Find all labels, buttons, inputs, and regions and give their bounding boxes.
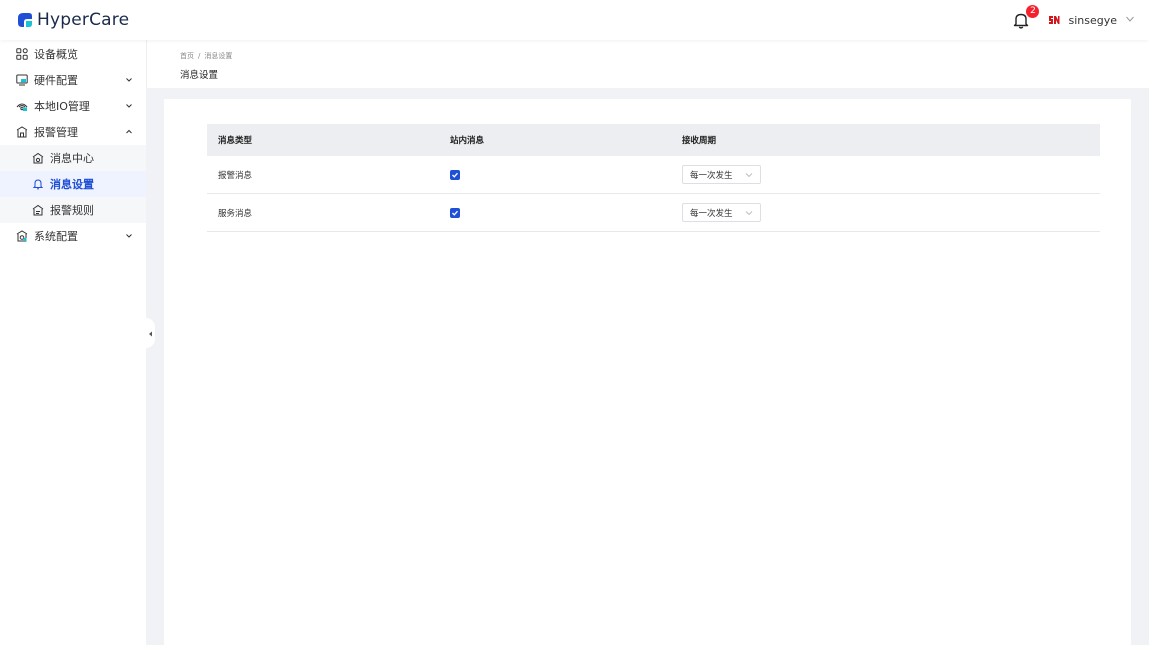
content-card: 消息类型 站内消息 接收周期 报警消息 每一次发生 服务消息 每一次发生 (164, 99, 1131, 645)
avatar[interactable] (1047, 13, 1061, 27)
sidebar-subitem-label: 报警规则 (50, 204, 94, 217)
sidebar-subitem-label: 消息中心 (50, 152, 94, 165)
breadcrumb: 首页 / 消息设置 (180, 51, 232, 61)
sidebar-item-label: 报警管理 (34, 126, 78, 139)
sidebar-item-hardware-config[interactable]: 硬件配置 (0, 67, 146, 93)
chevron-down-icon (126, 234, 132, 238)
period-select[interactable]: 每一次发生 (682, 203, 761, 222)
bell-icon (32, 178, 44, 190)
notification-badge: 2 (1026, 5, 1040, 18)
chevron-down-icon (126, 104, 132, 108)
column-header-period: 接收周期 (682, 136, 717, 146)
table-row: 报警消息 每一次发生 (207, 156, 1100, 194)
sidebar-subitem-message-center[interactable]: 消息中心 (0, 145, 146, 171)
message-type-cell: 报警消息 (218, 170, 253, 181)
period-select[interactable]: 每一次发生 (682, 165, 761, 184)
checkmark-icon (452, 172, 458, 178)
sidebar-item-alarm-management[interactable]: 报警管理 (0, 119, 146, 145)
sidebar-subitem-label: 消息设置 (50, 178, 94, 191)
breadcrumb-separator: / (198, 52, 201, 60)
io-icon (16, 100, 28, 112)
sidebar-item-label: 硬件配置 (34, 74, 78, 87)
page-title: 消息设置 (180, 70, 219, 81)
chevron-down-icon (745, 211, 753, 216)
top-header: HyperCare 2 sinsegye (0, 0, 1149, 40)
column-header-type: 消息类型 (218, 136, 253, 146)
message-type-cell: 服务消息 (218, 208, 253, 219)
user-menu-chevron-icon[interactable] (1125, 13, 1135, 27)
rule-gear-icon (32, 204, 44, 216)
message-settings-table: 消息类型 站内消息 接收周期 报警消息 每一次发生 服务消息 每一次发生 (207, 124, 1100, 232)
alarm-submenu: 消息中心 消息设置 报警规则 (0, 145, 146, 223)
caret-left-icon (148, 326, 153, 340)
sidebar-item-device-overview[interactable]: 设备概览 (0, 41, 146, 67)
table-header: 消息类型 站内消息 接收周期 (207, 124, 1100, 156)
notification-bell-icon (1011, 13, 1031, 33)
in-site-checkbox[interactable] (450, 207, 460, 218)
column-header-in-site: 站内消息 (450, 136, 485, 146)
username[interactable]: sinsegye (1068, 14, 1117, 27)
chevron-down-icon (745, 173, 753, 178)
hypercare-logo-icon (16, 11, 34, 29)
grid-icon (16, 48, 28, 60)
breadcrumb-current: 消息设置 (204, 52, 233, 60)
sidebar: 设备概览 硬件配置 本地IO管理 报警管理 消息中心 消息设置 报警规则 系统配… (0, 40, 146, 645)
sidebar-subitem-alarm-rules[interactable]: 报警规则 (0, 197, 146, 223)
chevron-up-icon (126, 129, 132, 134)
table-row: 服务消息 每一次发生 (207, 194, 1100, 232)
sidebar-item-local-io[interactable]: 本地IO管理 (0, 93, 146, 119)
period-select-value: 每一次发生 (690, 170, 733, 181)
alarm-house-icon (16, 126, 28, 138)
logo-text: HyperCare (37, 10, 130, 30)
notification-button[interactable]: 2 (1011, 5, 1040, 33)
message-gear-icon (32, 152, 44, 164)
page-header: 首页 / 消息设置 消息设置 (146, 40, 1149, 88)
checkmark-icon (452, 210, 458, 216)
sidebar-collapse-button[interactable] (146, 318, 155, 348)
sidebar-item-label: 设备概览 (34, 48, 78, 61)
period-select-value: 每一次发生 (690, 208, 733, 219)
chevron-down-icon (126, 78, 132, 82)
sidebar-item-label: 本地IO管理 (34, 100, 90, 113)
in-site-checkbox[interactable] (450, 169, 460, 180)
sidebar-subitem-message-settings[interactable]: 消息设置 (0, 171, 146, 197)
system-gear-icon (16, 230, 28, 242)
logo[interactable]: HyperCare (16, 10, 129, 30)
sidebar-item-label: 系统配置 (34, 230, 78, 243)
sidebar-item-system-config[interactable]: 系统配置 (0, 223, 146, 249)
breadcrumb-home[interactable]: 首页 (180, 52, 194, 60)
monitor-icon (16, 74, 28, 86)
sinsegye-logo-icon (1048, 14, 1061, 26)
